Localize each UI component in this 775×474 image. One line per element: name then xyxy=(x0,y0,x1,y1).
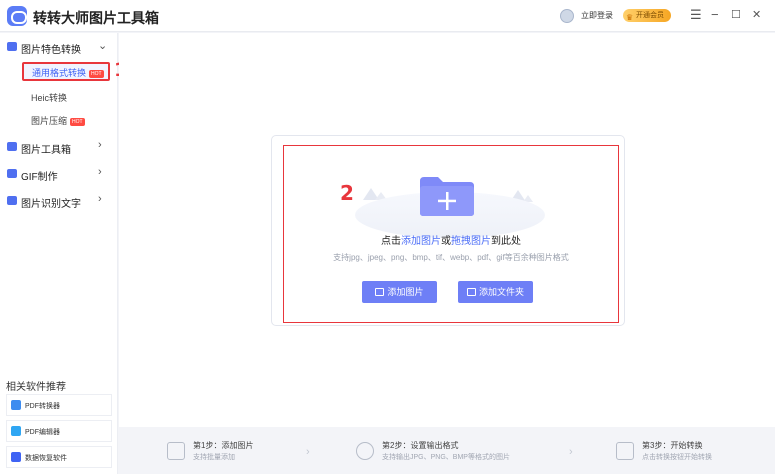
sidebar-group-ocr[interactable]: 图片识别文字 › xyxy=(0,190,118,212)
app-title: 转转大师图片工具箱 xyxy=(33,10,159,26)
step-title: 第3步：开始转换 xyxy=(642,441,703,450)
image-icon xyxy=(167,442,185,460)
title-bar: 转转大师图片工具箱 立即登录 ♛ 开通会员 ☰ − ☐ ✕ xyxy=(0,0,775,32)
drop-prompt: 点击添加图片或拖拽图片到此处 xyxy=(283,232,619,247)
chevron-right-icon: › xyxy=(306,446,310,458)
login-link[interactable]: 立即登录 xyxy=(581,10,613,21)
prompt-text: 点击 xyxy=(381,236,401,247)
prompt-text: 到此处 xyxy=(491,236,521,247)
sidebar-group-label: 图片特色转换 xyxy=(21,45,81,56)
sidebar-group-label: 图片识别文字 xyxy=(21,199,81,210)
vip-label: 开通会员 xyxy=(636,12,664,19)
crown-icon: ♛ xyxy=(626,13,634,22)
sidebar-item-label: Heic转换 xyxy=(31,93,68,103)
related-item-label: PDF编辑器 xyxy=(25,429,60,436)
step-desc: 支持输出JPG、PNG、BMP等格式的图片 xyxy=(382,454,510,461)
add-image-button[interactable]: 添加图片 xyxy=(362,281,437,303)
data-recovery-icon xyxy=(11,452,21,462)
hot-badge: HOT xyxy=(70,118,85,126)
add-folder-button[interactable]: 添加文件夹 xyxy=(458,281,533,303)
sidebar-item-label: 图片压缩 xyxy=(31,116,68,126)
maximize-button[interactable]: ☐ xyxy=(731,7,741,23)
sidebar-group-gif[interactable]: GIF制作 › xyxy=(0,163,118,185)
chevron-right-icon: › xyxy=(569,446,573,458)
pdf-converter-icon xyxy=(11,400,21,410)
step-desc: 点击转换按钮开始转换 xyxy=(642,454,712,461)
chevron-right-icon: › xyxy=(98,166,102,178)
toolbox-icon xyxy=(7,142,17,151)
settings-icon xyxy=(356,442,374,460)
image-convert-icon xyxy=(7,42,17,51)
chevron-down-icon: ⌄ xyxy=(98,40,108,52)
annotation-number-2: 2 xyxy=(340,181,354,205)
related-item-data-recovery[interactable]: 数据恢复软件 xyxy=(6,446,112,468)
sidebar-group-label: GIF制作 xyxy=(21,172,58,183)
menu-icon[interactable]: ☰ xyxy=(690,7,702,23)
add-image-label: 添加图片 xyxy=(387,287,424,297)
sidebar-item-heic[interactable]: Heic转换 xyxy=(31,91,67,110)
convert-icon xyxy=(616,442,634,460)
hot-badge: HOT xyxy=(89,70,104,78)
ocr-icon xyxy=(7,196,17,205)
close-button[interactable]: ✕ xyxy=(752,7,761,23)
related-item-pdf-converter[interactable]: PDF转换器 xyxy=(6,394,112,416)
step-desc: 支持批量添加 xyxy=(193,454,235,461)
add-folder-label: 添加文件夹 xyxy=(478,287,524,297)
pdf-editor-icon xyxy=(11,426,21,436)
avatar-icon[interactable] xyxy=(560,9,574,23)
image-icon xyxy=(375,288,385,296)
sidebar-group-label: 图片工具箱 xyxy=(21,145,71,156)
steps-bar: 第1步：添加图片 支持批量添加 › 第2步：设置输出格式 支持输出JPG、PNG… xyxy=(119,430,775,474)
related-item-label: 数据恢复软件 xyxy=(25,455,67,462)
prompt-text: 或 xyxy=(441,236,451,247)
vip-button[interactable]: ♛ 开通会员 xyxy=(623,9,671,22)
sidebar-item-label: 通用格式转换 xyxy=(32,68,87,78)
minimize-button[interactable]: − xyxy=(711,7,719,23)
chevron-right-icon: › xyxy=(98,139,102,151)
sidebar-item-compress[interactable]: 图片压缩 HOT xyxy=(31,114,85,133)
sidebar-group-image-toolbox[interactable]: 图片工具箱 › xyxy=(0,136,118,158)
sidebar-item-format-convert[interactable]: 通用格式转换 HOT xyxy=(22,62,110,81)
chevron-right-icon: › xyxy=(98,193,102,205)
app-logo-icon xyxy=(7,6,27,26)
drag-image-link[interactable]: 拖拽图片 xyxy=(451,236,491,247)
step-title: 第1步：添加图片 xyxy=(193,441,254,450)
add-folder-icon[interactable] xyxy=(418,175,476,217)
supported-formats-text: 支持jpg、jpeg、png、bmp、tif、webp、pdf、gif等百余种图… xyxy=(333,253,569,262)
sidebar-group-image-convert[interactable]: 图片特色转换 ⌄ xyxy=(0,36,118,58)
step-title: 第2步：设置输出格式 xyxy=(382,441,459,450)
gif-icon xyxy=(7,169,17,178)
related-software-title: 相关软件推荐 xyxy=(6,382,66,393)
add-image-link[interactable]: 添加图片 xyxy=(401,236,441,247)
related-item-label: PDF转换器 xyxy=(25,403,60,410)
folder-icon xyxy=(466,288,476,296)
related-item-pdf-editor[interactable]: PDF编辑器 xyxy=(6,420,112,442)
